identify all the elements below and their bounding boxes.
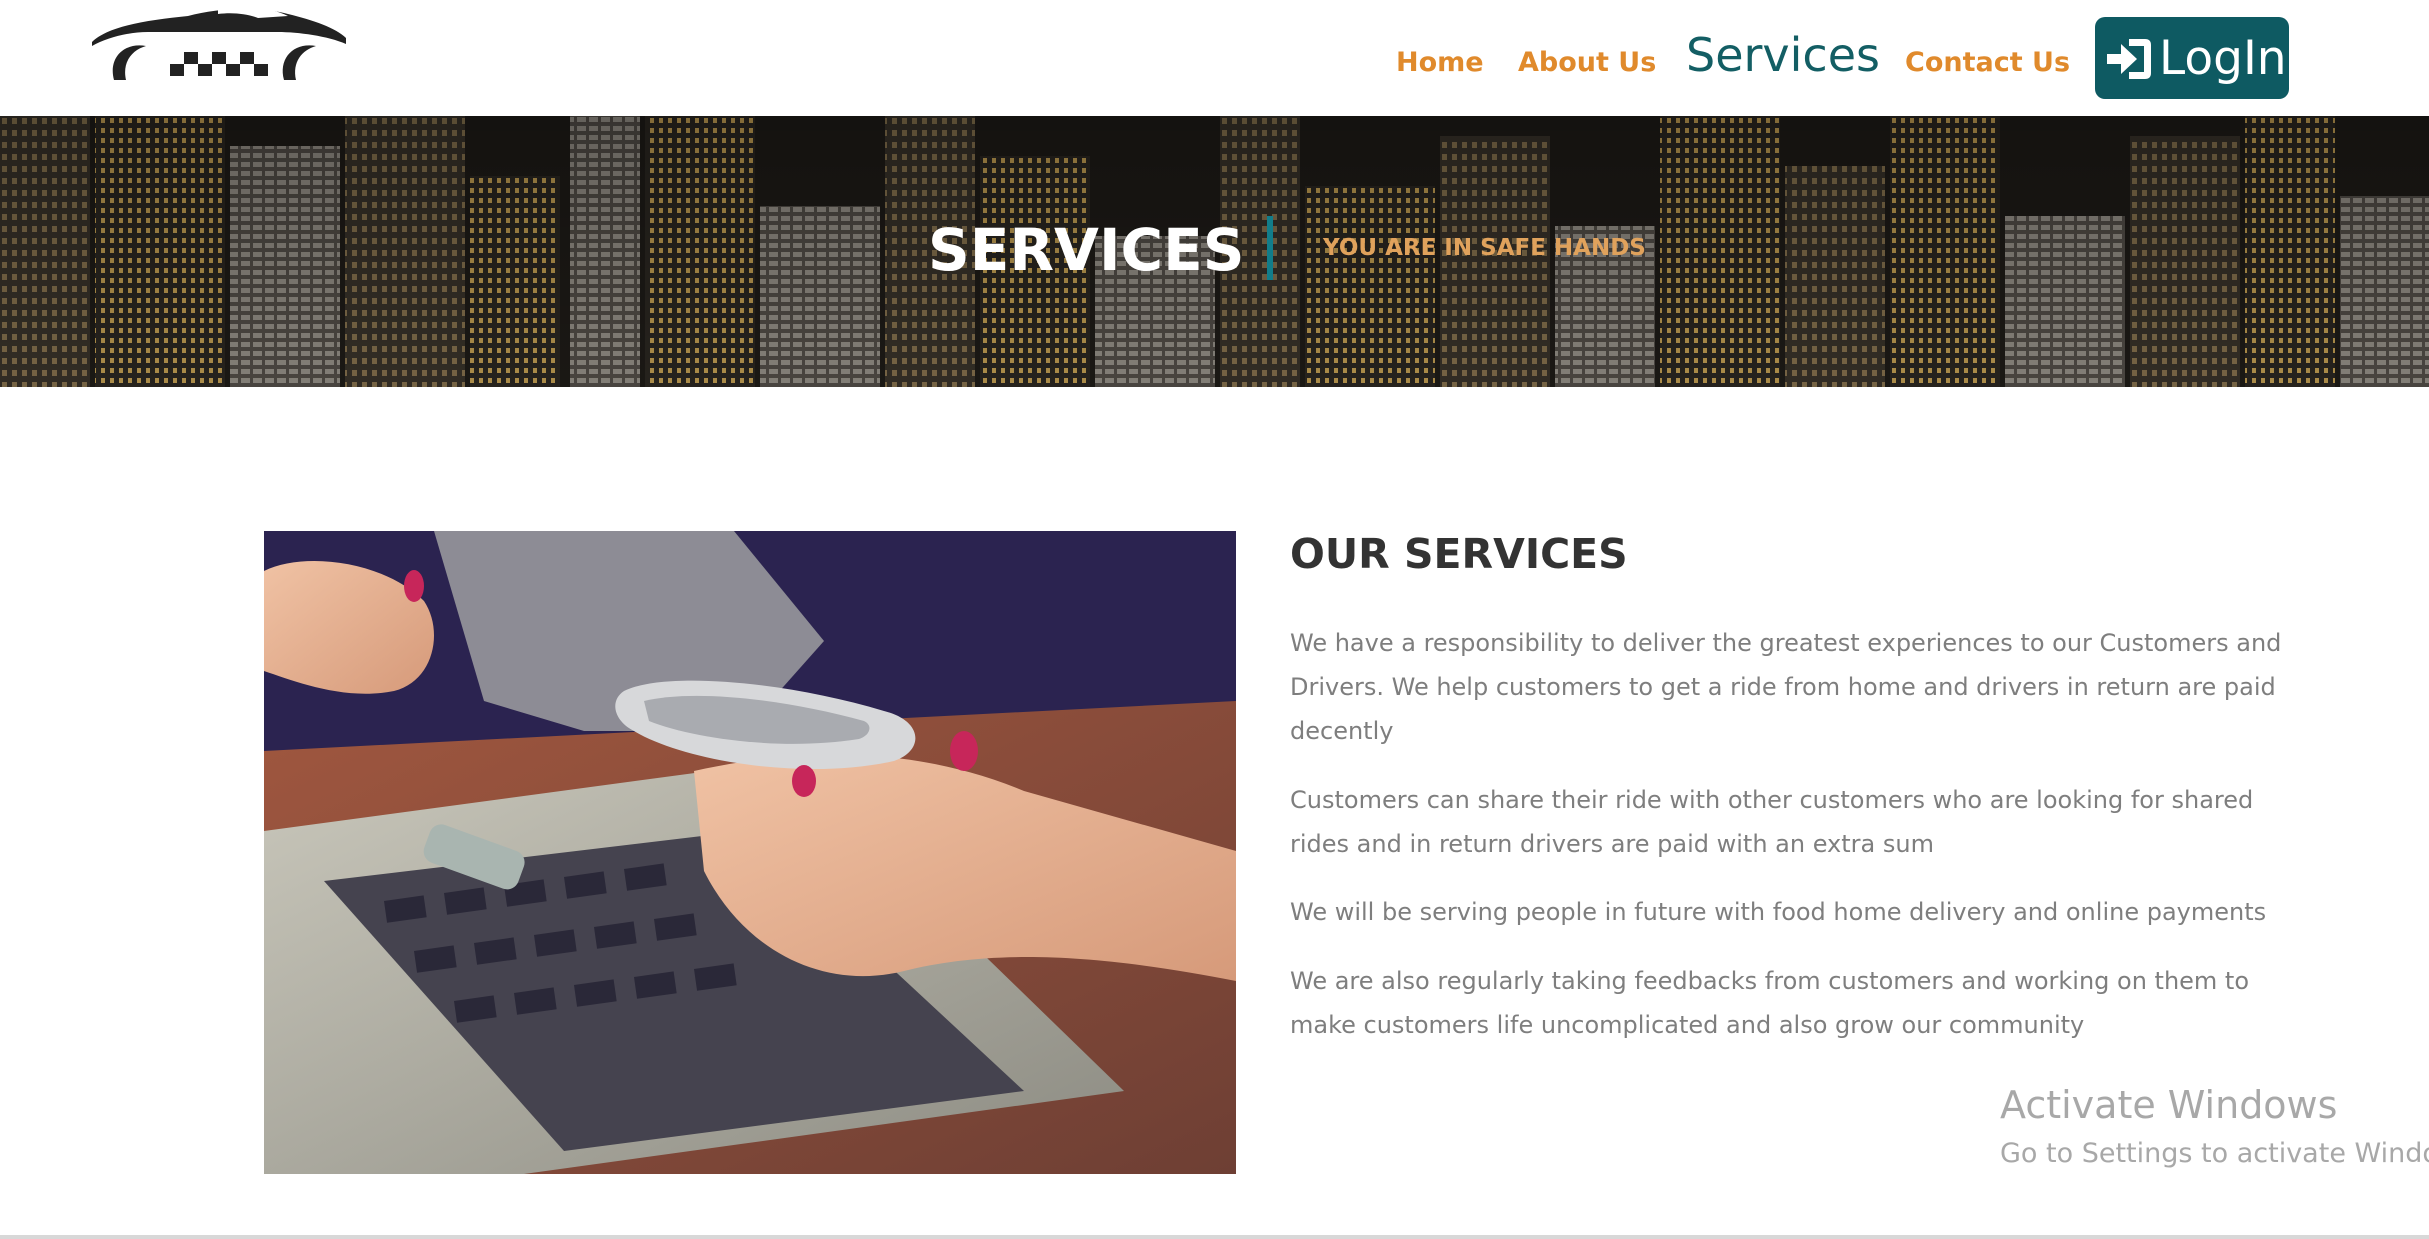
services-paragraph: We are also regularly taking feedbacks f…	[1290, 967, 2250, 1039]
services-paragraph: We will be serving people in future with…	[1290, 898, 2267, 926]
login-arrow-icon	[2107, 39, 2151, 79]
services-paragraph: Customers can share their ride with othe…	[1290, 786, 2254, 858]
banner-divider	[1267, 216, 1273, 280]
activate-windows-subtitle: Go to Settings to activate Windows.	[2000, 1138, 2429, 1169]
nav-about-link[interactable]: About Us	[1518, 47, 1656, 78]
login-button-label: LogIn	[2159, 31, 2287, 86]
nav-contact-link[interactable]: Contact Us	[1905, 47, 2070, 78]
nav-services-link[interactable]: Services	[1686, 28, 1880, 82]
banner-title: SERVICES	[928, 216, 1245, 284]
phone-laptop-image	[264, 531, 1236, 1174]
banner-tagline: YOU ARE IN SAFE HANDS	[1323, 235, 1646, 261]
page-banner: SERVICES YOU ARE IN SAFE HANDS	[0, 116, 2429, 387]
login-button[interactable]: LogIn	[2095, 17, 2289, 99]
page-bottom-divider	[0, 1235, 2429, 1239]
site-header: Home About Us Services Contact Us LogIn	[0, 0, 2429, 116]
services-paragraph: We have a responsibility to deliver the …	[1290, 629, 2282, 745]
taxi-car-logo-icon[interactable]	[88, 2, 350, 88]
activate-windows-title: Activate Windows	[2000, 1083, 2338, 1127]
section-title: OUR SERVICES	[1290, 530, 1628, 578]
services-photo	[264, 531, 1236, 1174]
nav-home-link[interactable]: Home	[1396, 47, 1484, 78]
